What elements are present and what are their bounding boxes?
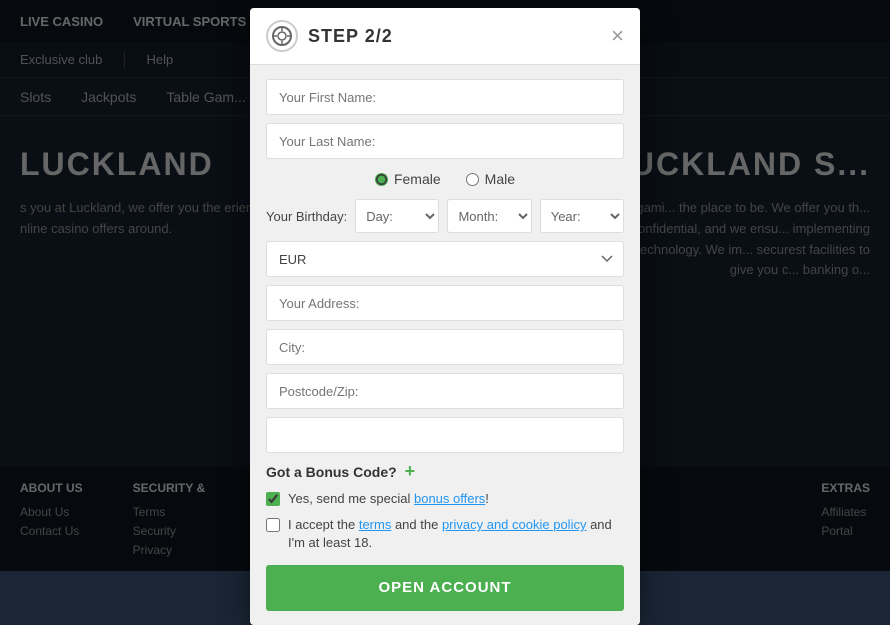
- special-offers-checkbox[interactable]: [266, 492, 280, 506]
- privacy-policy-link[interactable]: privacy and cookie policy: [442, 517, 587, 532]
- birthday-label: Your Birthday:: [266, 209, 347, 224]
- close-button[interactable]: ×: [611, 25, 624, 47]
- special-offers-row: Yes, send me special bonus offers!: [266, 490, 624, 508]
- registration-modal: STEP 2/2 × Female Male Your Birthday: Da…: [250, 8, 640, 625]
- gender-female-option[interactable]: Female: [375, 171, 441, 187]
- currency-select[interactable]: EUR USD GBP: [266, 241, 624, 277]
- bonus-code-link[interactable]: Got a Bonus Code?: [266, 464, 397, 480]
- birthday-row: Your Birthday: Day: Month: Year:: [266, 199, 624, 233]
- extra-input[interactable]: [266, 417, 624, 453]
- address-input[interactable]: [266, 285, 624, 321]
- modal-body: Female Male Your Birthday: Day: Month: Y…: [250, 65, 640, 625]
- birthday-day-select[interactable]: Day:: [355, 199, 439, 233]
- modal-logo: [266, 20, 298, 52]
- bonus-code-row: Got a Bonus Code? +: [266, 461, 624, 482]
- city-input[interactable]: [266, 329, 624, 365]
- postcode-input[interactable]: [266, 373, 624, 409]
- modal-header: STEP 2/2 ×: [250, 8, 640, 65]
- gender-female-radio[interactable]: [375, 173, 388, 186]
- bonus-offers-link[interactable]: bonus offers: [414, 491, 485, 506]
- terms-label: I accept the terms and the privacy and c…: [288, 516, 624, 552]
- special-offers-label: Yes, send me special bonus offers!: [288, 490, 489, 508]
- terms-row: I accept the terms and the privacy and c…: [266, 516, 624, 552]
- gender-male-label: Male: [485, 171, 515, 187]
- terms-checkbox[interactable]: [266, 518, 280, 532]
- gender-male-radio[interactable]: [466, 173, 479, 186]
- gender-group: Female Male: [266, 167, 624, 191]
- birthday-year-select[interactable]: Year:: [540, 199, 624, 233]
- last-name-input[interactable]: [266, 123, 624, 159]
- gender-female-label: Female: [394, 171, 441, 187]
- first-name-input[interactable]: [266, 79, 624, 115]
- open-account-button[interactable]: OPEN ACCOUNT: [266, 565, 624, 611]
- modal-header-left: STEP 2/2: [266, 20, 393, 52]
- birthday-month-select[interactable]: Month:: [447, 199, 531, 233]
- bonus-plus-icon: +: [405, 461, 416, 482]
- modal-title: STEP 2/2: [308, 26, 393, 47]
- terms-link[interactable]: terms: [359, 517, 392, 532]
- gender-male-option[interactable]: Male: [466, 171, 515, 187]
